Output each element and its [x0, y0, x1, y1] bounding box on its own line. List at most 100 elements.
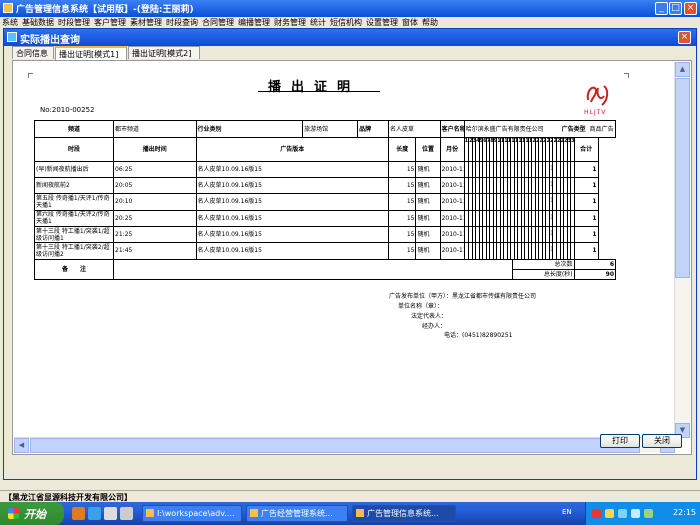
menu-item[interactable]: 时段管理: [58, 17, 90, 28]
menu-item[interactable]: 素材管理: [130, 17, 162, 28]
menu-item[interactable]: 窗体: [402, 17, 418, 28]
scroll-up-icon[interactable]: ▲: [675, 62, 690, 77]
vertical-scrollbar[interactable]: ▲ ▼: [674, 62, 690, 438]
task-adv-system[interactable]: 广告经营管理系统...: [246, 505, 348, 522]
quicklaunch-desktop-icon[interactable]: [104, 507, 117, 520]
channel-value: 都市频道: [113, 119, 197, 139]
total-cell: 1: [573, 209, 599, 227]
menu-item[interactable]: 合同管理: [202, 17, 234, 28]
position-cell: 随机: [415, 177, 441, 195]
length-cell: 15: [387, 193, 417, 211]
language-indicator[interactable]: EN: [562, 508, 572, 516]
publisher-label: 广告发布单位（甲方）：: [389, 293, 453, 300]
version-cell: 名人皮草10.09.16版15: [195, 242, 390, 260]
adtype-value: 商品广告: [589, 125, 614, 133]
tray-network-icon[interactable]: [605, 509, 614, 518]
position-cell: 随机: [415, 209, 441, 227]
total-length-value: 90: [573, 268, 617, 281]
day-grid: 1: [463, 160, 575, 179]
quicklaunch-ie-icon[interactable]: [88, 507, 101, 520]
system-tray: EN 22:15: [562, 502, 700, 525]
tab-proof-mode2[interactable]: 播出证明[模式2]: [128, 46, 200, 59]
document-number: No:2010-00252: [40, 106, 95, 114]
maximize-icon[interactable]: □: [669, 2, 682, 15]
slot-cell: 第十三段 特工播1/突袭1/超级访问播1: [33, 225, 115, 244]
total-cell: 1: [573, 193, 599, 211]
industry-value: 旅游场馆: [302, 119, 359, 139]
menu-item[interactable]: 短信机构: [330, 17, 362, 28]
close-button[interactable]: 关闭: [642, 434, 682, 448]
quicklaunch-more-icon[interactable]: [120, 507, 133, 520]
day-columns: 1: [465, 243, 573, 259]
tray-security-icon[interactable]: [644, 509, 653, 518]
tray-volume-icon[interactable]: [618, 509, 627, 518]
adtype-label: 广告类型: [561, 125, 586, 133]
close-icon[interactable]: ×: [684, 2, 697, 15]
menu-item[interactable]: 系统: [2, 17, 18, 28]
time-cell: 20:05: [113, 177, 197, 195]
brand-label: 品牌: [357, 119, 389, 139]
menu-item[interactable]: 财务管理: [274, 17, 306, 28]
time-header: 播出时间: [113, 137, 197, 162]
task-ad-info-system[interactable]: 广告管理信息系统...: [352, 505, 456, 522]
table-row: (早)新闻夜航播出后 06:25 名人皮草10.09.16版15 15 随机 2010-1…: [33, 160, 616, 179]
brand-value: 名人皮草: [388, 119, 441, 139]
document-number-value: 2010-00252: [51, 106, 95, 114]
position-cell: 随机: [415, 193, 441, 211]
minimize-icon[interactable]: _: [655, 2, 668, 15]
remark-value: [113, 258, 513, 281]
windows-logo-icon: [8, 508, 19, 519]
quicklaunch-browser-icon[interactable]: [72, 507, 85, 520]
day-cell: [570, 178, 573, 193]
menu-item[interactable]: 基础数据: [22, 17, 54, 28]
version-cell: 名人皮草10.09.16版15: [195, 209, 390, 227]
tab-contract-info[interactable]: 合同信息: [12, 46, 54, 59]
menu-item[interactable]: 帮助: [422, 17, 438, 28]
print-button[interactable]: 打印: [600, 434, 640, 448]
table-row: 第十三段 特工播1/突袭2/超级访问播2 21:45 名人皮草10.09.16版15…: [33, 242, 616, 260]
position-cell: 随机: [415, 242, 441, 260]
task-explorer[interactable]: I:\workspace\adv....: [142, 505, 242, 522]
report-title-underline: [258, 91, 380, 92]
menu-bar: 系统 基础数据 时段管理 客户管理 素材管理 时段查询 合同管理 编播管理 财务管理 统计 短信机构…: [0, 17, 700, 28]
slot-cell: 第六段 传奇播1/天评2/传奇天播1: [33, 209, 115, 227]
day-columns: 1234567891011121314151617181920212223242…: [465, 138, 573, 161]
task-label: I:\workspace\adv....: [157, 509, 235, 518]
slot-cell: 新闻夜航前2: [33, 177, 115, 195]
industry-label: 行业类别: [195, 119, 304, 139]
month-header: 月份: [439, 137, 465, 162]
horizontal-scroll-thumb[interactable]: [30, 438, 640, 453]
report-title: 播出证明: [268, 80, 361, 95]
tray-app-icon[interactable]: [631, 509, 640, 518]
dialog-close-icon[interactable]: ×: [678, 31, 691, 44]
month-cell: 2010-11: [439, 209, 465, 227]
position-cell: 随机: [415, 160, 441, 179]
tab-proof-mode1[interactable]: 播出证明[模式1]: [55, 46, 127, 60]
page-corner-mark: [624, 73, 629, 78]
tray-antivirus-icon[interactable]: [592, 509, 601, 518]
info-row: 频道 都市频道 行业类别 旅游场馆 品牌 名人皮草 客户名称 哈尔滨永盛广告有限责任公司 广告类…: [33, 119, 617, 139]
menu-item[interactable]: 设置管理: [366, 17, 398, 28]
time-cell: 06:25: [113, 160, 197, 179]
position-cell: 随机: [415, 225, 441, 244]
menu-item[interactable]: 客户管理: [94, 17, 126, 28]
vertical-scroll-thumb[interactable]: [675, 78, 690, 278]
publisher-value: 黑龙江省都市传媒有限责任公司: [452, 293, 537, 300]
horizontal-scrollbar[interactable]: ◀ ▶: [14, 437, 675, 453]
day-grid: 1: [463, 177, 575, 195]
menu-item[interactable]: 统计: [310, 17, 326, 28]
menu-item[interactable]: 时段查询: [166, 17, 198, 28]
month-cell: 2010-11: [439, 225, 465, 244]
start-button[interactable]: 开始: [0, 502, 64, 525]
menu-item[interactable]: 编播管理: [238, 17, 270, 28]
phone-label: 电话：: [444, 332, 463, 339]
page-corner-mark: [28, 73, 33, 78]
version-header: 广告版本: [195, 137, 390, 162]
day-columns: 1: [465, 227, 573, 242]
scroll-left-icon[interactable]: ◀: [14, 438, 29, 453]
table-row: 第五段 传奇播1/天评1/传奇天播1 20:10 名人皮草10.09.16版15 15…: [33, 193, 616, 211]
time-cell: 20:25: [113, 209, 197, 227]
length-header: 长度: [387, 137, 417, 162]
version-cell: 名人皮草10.09.16版15: [195, 160, 390, 179]
day-cell: [570, 211, 573, 226]
